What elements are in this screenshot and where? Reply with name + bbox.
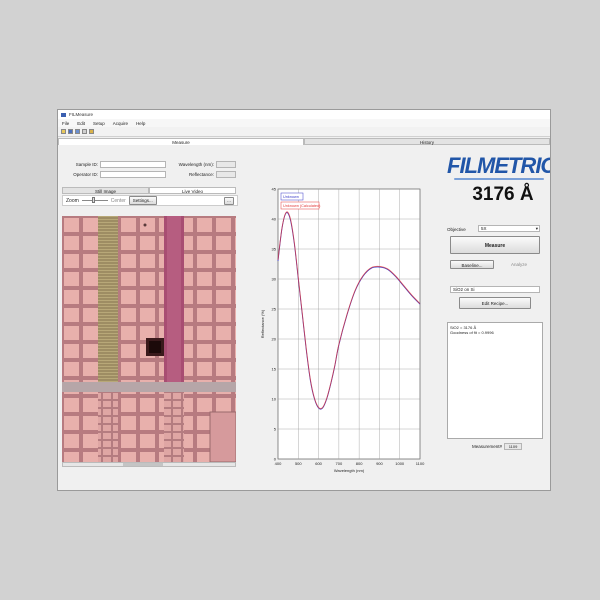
settings-button[interactable]: Settings... [128,196,157,205]
tab-still-image[interactable]: Still Image [62,187,149,194]
x-tick-label: 900 [376,461,383,466]
y-tick-label: 35 [272,247,277,252]
wavelength-label: Wavelength (nm): [178,162,214,167]
baseline-button[interactable]: Baseline... [450,260,494,269]
toolbar [58,127,550,137]
app-icon [61,112,66,117]
menu-file[interactable]: File [62,121,69,126]
reflectance-value [216,171,236,178]
print-icon[interactable] [82,129,87,134]
y-tick-label: 45 [272,187,277,192]
zoom-controls: Zoom Center Settings... ... [62,195,238,206]
filmetrics-logo: FILMETRICS [447,153,550,178]
chevron-down-icon: ▾ [535,226,538,231]
x-tick-label: 700 [336,461,343,466]
x-axis-label: Wavelength (nm) [334,468,365,473]
open-folder-icon[interactable] [61,129,66,134]
results-panel: SiO2 = 3176 Å Goodness of fit = 0.9996 [447,322,543,439]
operator-id-label: Operator ID: [73,172,98,177]
recipe-field[interactable]: SiO2 on Si [450,286,540,293]
menu-help[interactable]: Help [136,121,145,126]
measurement-number-label: Measurement# [471,444,502,449]
x-tick-label: 1000 [395,461,405,466]
legend-entry: Unknown (Calculated) [283,204,321,208]
sample-id-label: Sample ID: [75,162,98,167]
more-button[interactable]: ... [224,196,234,205]
y-tick-label: 30 [272,277,277,282]
menu-acquire[interactable]: Acquire [113,121,128,126]
y-axis-label: Reflectance (%) [260,309,265,338]
tab-live-video[interactable]: Live Video [149,187,236,194]
logo-swoosh [454,178,544,180]
reflectance-chart: 400 500 600 700 800 900 1000 110005101520253035… [260,187,425,474]
image-horizontal-scrollbar[interactable] [62,462,236,467]
y-tick-label: 25 [272,307,277,312]
x-tick-label: 1100 [416,461,425,466]
save-as-icon[interactable] [75,129,80,134]
chart-grid [277,188,421,460]
x-tick-label: 600 [315,461,322,466]
objective-label: Objective [447,227,466,232]
y-tick-label: 20 [272,337,277,342]
objective-value: 5X [481,226,487,231]
app-window: FILMeasure File Edit Setup Acquire Help … [57,109,551,491]
save-icon[interactable] [68,129,73,134]
thickness-result: 3176 Å [472,184,534,205]
analyze-button[interactable]: Analyze [498,260,540,269]
x-tick-label: 800 [356,461,363,466]
plot-area [277,188,421,460]
edit-recipe-button[interactable]: Edit Recipe... [459,297,531,309]
y-tick-label: 40 [272,217,277,222]
zoom-slider-knob[interactable] [91,197,95,203]
y-tick-label: 5 [274,427,277,432]
wavelength-value [216,161,236,168]
microscope-image [62,216,236,462]
center-button[interactable]: Center [111,198,126,204]
zoom-label: Zoom [66,197,79,204]
tab-history[interactable]: History [304,138,550,145]
tab-measure[interactable]: Measure [58,138,304,145]
x-tick-label: 500 [295,461,302,466]
measurement-number-value: 1109 [504,443,522,450]
scrollbar-thumb[interactable] [123,463,163,466]
menu-setup[interactable]: Setup [93,121,105,126]
objective-select[interactable]: 5X ▾ [478,225,540,232]
y-tick-label: 10 [272,397,277,402]
reflectance-label: Reflectance: [188,172,214,177]
menu-bar: File Edit Setup Acquire Help [58,119,550,127]
y-tick-label: 15 [272,367,277,372]
result-goodness-line: Goodness of fit = 0.9996 [450,330,494,335]
sample-id-input[interactable] [100,161,166,168]
operator-id-input[interactable] [100,171,166,178]
x-tick-label: 400 [275,461,282,466]
menu-edit[interactable]: Edit [77,121,85,126]
legend-entry: Unknown [283,195,299,199]
image-tabs: Still Image Live Video [62,187,236,194]
measure-button[interactable]: Measure [450,236,540,254]
chart-icon[interactable] [89,129,94,134]
live-video-image[interactable] [62,216,236,462]
title-bar: FILMeasure [58,110,550,119]
main-tabs: Measure History [58,138,550,145]
window-title: FILMeasure [69,112,94,117]
zoom-slider[interactable] [81,197,108,203]
